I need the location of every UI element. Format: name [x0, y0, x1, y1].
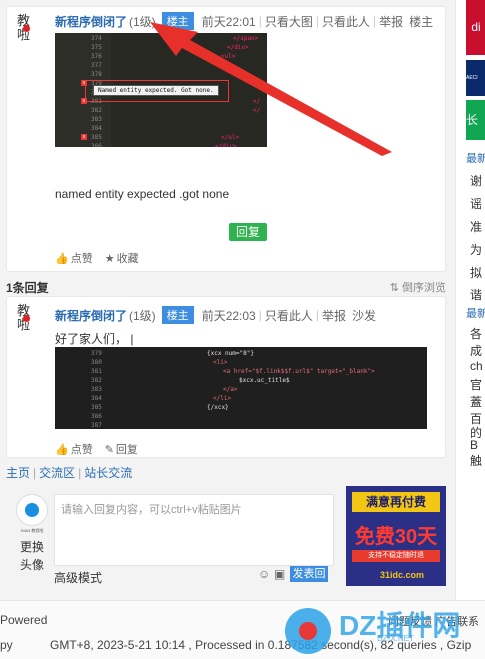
- image-upload-icon[interactable]: ▣: [274, 567, 285, 581]
- footer: Powered py GMT+8, 2023-5-21 10:14 , Proc…: [0, 600, 485, 659]
- sidebar-item[interactable]: 官: [470, 376, 482, 393]
- submit-reply-button[interactable]: 发表回: [290, 566, 328, 582]
- sidebar-item[interactable]: 拟: [470, 264, 482, 281]
- sidebar-ad-green[interactable]: 长: [466, 100, 485, 140]
- emoji-icon[interactable]: ☺: [258, 567, 270, 581]
- reply-count-row: 1条回复 ⇅ 倒序浏览: [6, 279, 446, 295]
- sidebar-item[interactable]: B: [470, 438, 478, 452]
- view-big-images-link[interactable]: 只看大图: [265, 13, 313, 30]
- post-meta: 新程序倒闭了 (1级) 楼主 前天22:01 | 只看大图 | 只看此人 | 举…: [55, 12, 434, 30]
- post-time: 前天22:03: [201, 308, 256, 323]
- like-button[interactable]: 👍 点赞: [55, 441, 93, 457]
- sidebar-item[interactable]: 蓋: [470, 393, 482, 410]
- change-avatar-button[interactable]: DIAN 教程啦 更换 头像: [10, 494, 54, 584]
- reply-icon: ✎: [104, 443, 114, 456]
- reply-input[interactable]: 请输入回复内容，可以ctrl+v粘贴图片: [54, 494, 334, 566]
- sidebar-section-title: 最新: [466, 153, 485, 165]
- like-button[interactable]: 👍 点赞: [55, 250, 93, 266]
- author-name[interactable]: 新程序倒闭了: [55, 13, 127, 30]
- sidebar-item[interactable]: ch: [470, 359, 483, 373]
- author-level: (1级): [129, 308, 156, 323]
- star-icon: ★: [104, 252, 115, 265]
- thumb-up-icon: 👍: [55, 443, 69, 456]
- ad-banner[interactable]: 满意再付费 免费30天 支持不稳定随时退 31idc.com: [346, 486, 446, 586]
- author-level: (1级): [129, 14, 156, 29]
- post-content: named entity expected .got none: [55, 187, 230, 201]
- footer-copyright: py: [0, 638, 13, 652]
- post-actions: 👍 点赞 ✎ 回复: [55, 441, 138, 457]
- view-only-author-link[interactable]: 只看此人: [265, 307, 313, 324]
- favorite-button[interactable]: ★ 收藏: [105, 250, 139, 266]
- powered-by: Powered: [0, 613, 48, 627]
- main-column: 教 啦 新程序倒闭了 (1级) 楼主 前天22:01 | 只看大图 | 只看此人…: [0, 0, 455, 600]
- sidebar-item[interactable]: 谣: [470, 195, 482, 212]
- right-sidebar: di AECI 长 最新 谢 谣 准 为 拟 谐 最新 各 成 ch 官 蓋 百…: [455, 0, 485, 600]
- breadcrumb-forum[interactable]: 交流区: [39, 466, 75, 480]
- watermark-logo: DZ插件网 DZ-X.NET: [285, 604, 485, 654]
- sidebar-item[interactable]: 各: [470, 325, 482, 342]
- code-screenshot-2: 379 380 381 382 383 384 385 386 387 {xcx…: [55, 347, 427, 429]
- sidebar-section-title: 最新: [466, 308, 485, 320]
- report-link[interactable]: 举报: [322, 307, 346, 324]
- code-screenshot-1: 374 375 376 377 378 379 380 381 382 383 …: [55, 33, 267, 147]
- thumb-up-icon: 👍: [55, 252, 69, 265]
- post-meta: 新程序倒闭了 (1级) 楼主 前天22:03 | 只看此人 | 举报 沙发: [55, 306, 377, 324]
- error-tooltip: Named entity expected. Got none.: [93, 85, 219, 96]
- author-avatar[interactable]: 教 啦: [17, 15, 49, 47]
- sidebar-item[interactable]: 准: [470, 218, 482, 235]
- breadcrumb: 主页 | 交流区 | 站长交流: [6, 466, 133, 480]
- post-content: 好了家人们， |: [55, 332, 134, 346]
- sidebar-item[interactable]: 成: [470, 342, 482, 359]
- sidebar-ad-red[interactable]: di: [466, 0, 485, 55]
- op-badge: 楼主: [161, 12, 194, 30]
- sidebar-ad-blue[interactable]: AECI: [466, 60, 485, 96]
- sidebar-item[interactable]: 触: [470, 452, 482, 469]
- post-actions: 👍 点赞 ★ 收藏: [55, 250, 139, 266]
- sidebar-item[interactable]: 谢: [470, 172, 482, 189]
- reply-link[interactable]: ✎ 回复: [105, 441, 138, 457]
- floor-label: 楼主: [409, 14, 434, 29]
- reply-button[interactable]: 回复: [229, 223, 267, 241]
- breadcrumb-board[interactable]: 站长交流: [84, 466, 132, 480]
- author-avatar[interactable]: 教 啦: [17, 305, 49, 337]
- breadcrumb-home[interactable]: 主页: [6, 466, 30, 480]
- op-badge: 楼主: [161, 306, 194, 324]
- sidebar-item[interactable]: 谐: [470, 286, 482, 303]
- advanced-mode-link[interactable]: 高级模式: [54, 569, 102, 586]
- author-name[interactable]: 新程序倒闭了: [55, 307, 127, 324]
- sidebar-item[interactable]: 为: [470, 241, 482, 258]
- post-2: 教 啦 新程序倒闭了 (1级) 楼主 前天22:03 | 只看此人 | 举报 沙…: [6, 296, 446, 458]
- reply-count: 1条回复: [6, 281, 49, 295]
- report-link[interactable]: 举报: [379, 13, 403, 30]
- floor-label: 沙发: [352, 308, 377, 323]
- view-only-author-link[interactable]: 只看此人: [322, 13, 370, 30]
- site-logo-icon: [16, 494, 48, 526]
- post-time: 前天22:01: [201, 14, 256, 29]
- reverse-order-link[interactable]: ⇅ 倒序浏览: [390, 279, 446, 295]
- post-1: 教 啦 新程序倒闭了 (1级) 楼主 前天22:01 | 只看大图 | 只看此人…: [6, 6, 446, 272]
